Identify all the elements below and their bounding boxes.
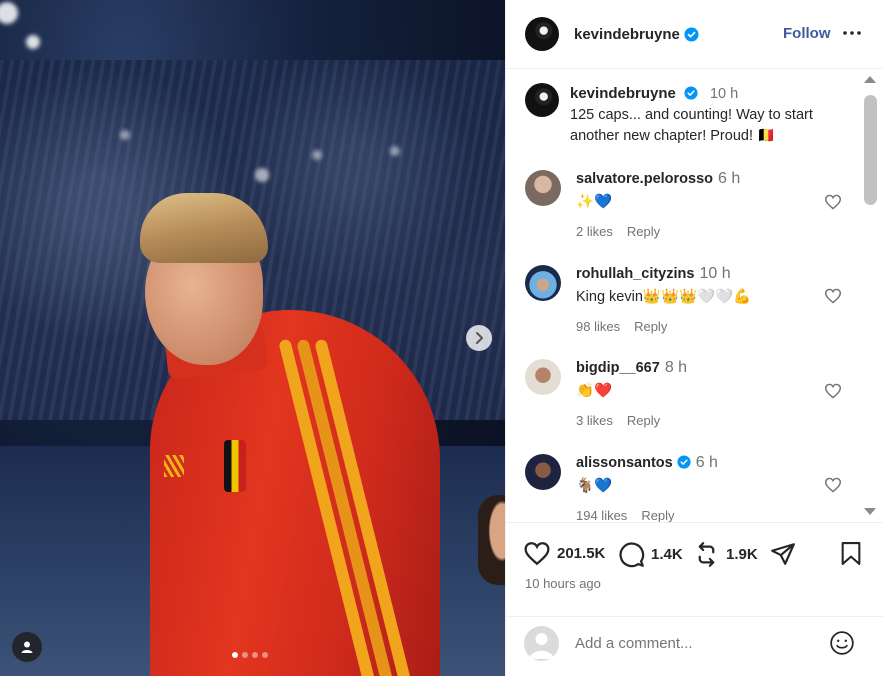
comment-username[interactable]: salvatore.pelorosso — [576, 171, 713, 187]
avatar[interactable] — [525, 17, 559, 51]
tagged-users-button[interactable] — [12, 632, 42, 662]
comment-bubble-icon — [619, 542, 645, 568]
current-user-avatar — [524, 626, 559, 661]
comment-username[interactable]: bigdip__667 — [576, 360, 660, 376]
heart-icon — [524, 542, 550, 566]
post-header: kevindebruyne Follow — [506, 0, 883, 69]
scrollbar-thumb[interactable] — [864, 95, 877, 205]
carousel-indicator — [232, 652, 268, 658]
comment-likes[interactable]: 2 likes — [576, 224, 613, 239]
share-paper-plane-icon — [771, 543, 795, 565]
like-comment-heart-icon[interactable] — [824, 194, 842, 210]
like-comment-heart-icon[interactable] — [824, 288, 842, 304]
verified-badge-icon — [677, 455, 691, 469]
next-slide-button[interactable] — [466, 325, 492, 351]
post-caption: kevindebruyne 10 h 125 caps... and count… — [525, 83, 850, 147]
comment-count: 1.4K — [651, 546, 683, 563]
carousel-dot — [252, 652, 258, 658]
add-comment-bar — [505, 616, 883, 676]
comment-text: ✨💙 — [576, 194, 613, 210]
verified-badge-icon — [684, 86, 698, 100]
default-avatar-icon — [529, 633, 554, 659]
comment-username[interactable]: rohullah_cityzins — [576, 266, 694, 282]
avatar[interactable] — [525, 83, 559, 117]
comment-item: rohullah_cityzins 10 h King kevin👑👑👑🤍🤍💪 9… — [525, 265, 751, 334]
comments-list[interactable]: kevindebruyne 10 h 125 caps... and count… — [506, 69, 866, 522]
avatar[interactable] — [525, 359, 561, 395]
belgium-crest — [224, 440, 246, 492]
chevron-right-icon — [476, 332, 483, 344]
instagram-post-modal: kevindebruyne Follow kevindebruyne 10 h … — [0, 0, 883, 688]
post-timestamp: 10 hours ago — [525, 576, 601, 591]
reply-button[interactable]: Reply — [641, 508, 674, 522]
repost-button[interactable]: 1.9K — [693, 541, 758, 568]
post-photo[interactable] — [0, 0, 505, 676]
comment-button[interactable]: 1.4K — [618, 541, 683, 568]
comment-text: 👏❤️ — [576, 383, 613, 399]
comment-username[interactable]: alissonsantos — [576, 455, 673, 471]
comment-text: King kevin👑👑👑🤍🤍💪 — [576, 289, 752, 305]
carousel-dot — [232, 652, 238, 658]
comment-text: 🐐💙 — [576, 478, 613, 494]
comment-time: 6 h — [718, 170, 741, 187]
like-comment-heart-icon[interactable] — [824, 477, 842, 493]
add-comment-input[interactable] — [575, 635, 805, 652]
reply-button[interactable]: Reply — [634, 319, 667, 334]
repost-icon — [698, 542, 715, 567]
save-button[interactable] — [840, 541, 862, 566]
author-username[interactable]: kevindebruyne — [574, 26, 680, 43]
post-actions-bar: 201.5K 1.4K 1.9K 10 hours ago — [505, 522, 883, 616]
comment-time: 6 h — [695, 454, 718, 471]
emoji-icon[interactable] — [829, 630, 855, 656]
like-count: 201.5K — [557, 545, 606, 562]
comment-likes[interactable]: 194 likes — [576, 508, 627, 522]
reply-button[interactable]: Reply — [627, 224, 660, 239]
caption-text: 125 caps... and counting! Way to start a… — [570, 107, 813, 144]
carousel-dot — [262, 652, 268, 658]
avatar[interactable] — [525, 454, 561, 490]
reply-button[interactable]: Reply — [627, 413, 660, 428]
comment-time: 10 h — [699, 265, 731, 282]
comment-likes[interactable]: 3 likes — [576, 413, 613, 428]
comment-item: salvatore.pelorosso 6 h ✨💙 2 likes Reply — [525, 170, 740, 239]
share-button[interactable] — [770, 541, 796, 567]
caption-time: 10 h — [709, 86, 739, 102]
comment-likes[interactable]: 98 likes — [576, 319, 620, 334]
like-comment-heart-icon[interactable] — [824, 383, 842, 399]
repost-count: 1.9K — [726, 546, 758, 563]
person-icon — [21, 641, 33, 653]
more-options-icon[interactable] — [842, 26, 862, 40]
follow-button[interactable]: Follow — [783, 25, 831, 42]
adidas-logo — [164, 455, 184, 477]
scroll-down-arrow-icon[interactable] — [864, 508, 876, 515]
caption-username[interactable]: kevindebruyne — [570, 85, 676, 102]
bookmark-icon — [841, 542, 861, 565]
comment-item: alissonsantos 6 h 🐐💙 194 likes Reply — [525, 454, 718, 522]
carousel-dot — [242, 652, 248, 658]
avatar[interactable] — [525, 265, 561, 301]
comment-item: bigdip__667 8 h 👏❤️ 3 likes Reply — [525, 359, 687, 428]
verified-badge-icon — [684, 26, 699, 42]
comment-time: 8 h — [664, 359, 688, 376]
avatar[interactable] — [525, 170, 561, 206]
scroll-up-arrow-icon[interactable] — [864, 76, 876, 83]
like-button[interactable]: 201.5K — [523, 541, 605, 566]
